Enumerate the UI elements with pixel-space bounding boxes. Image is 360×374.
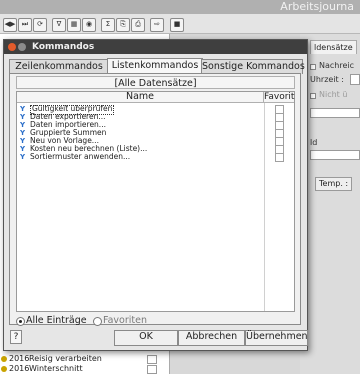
tab-datensaetze[interactable]: ldensätze	[310, 40, 357, 54]
command-row[interactable]: Y Sortiermuster anwenden...	[17, 152, 294, 162]
record-icon	[1, 356, 7, 362]
help-button[interactable]: ?	[10, 330, 22, 344]
command-table: Name Favorit Y Gültigkeit überprüfen Y D…	[16, 91, 295, 312]
dialog-title: Kommandos	[32, 42, 95, 52]
app-titlebar: Arbeitsjourna	[0, 0, 360, 14]
app-toolbar: ◀▶ ⏭ ⟳ ∇ ▦ ◉ Σ ⎘ ⎙ ⇨ ■	[0, 14, 360, 34]
filter-favoriten-radio[interactable]	[93, 317, 102, 326]
nachricht-label: Nachreic	[319, 61, 355, 70]
filter-all-radio[interactable]	[16, 317, 25, 326]
list-item[interactable]: 2016 Winterschnitt	[0, 364, 170, 374]
sum-icon[interactable]: Σ	[101, 18, 115, 32]
favorit-checkbox[interactable]	[275, 153, 284, 162]
chart-icon[interactable]: ◉	[82, 18, 96, 32]
command-icon: Y	[20, 121, 26, 129]
cancel-button[interactable]: Abbrechen	[178, 330, 245, 346]
print-icon[interactable]: ⎙	[131, 18, 145, 32]
kommandos-dialog: Kommandos Zeilenkommandos Listenkommando…	[3, 39, 308, 351]
command-icon: Y	[20, 129, 26, 137]
record-year: 2016	[9, 364, 30, 373]
record-checkbox[interactable]	[147, 365, 157, 374]
close-icon[interactable]	[8, 43, 16, 51]
command-icon: Y	[20, 105, 26, 113]
apply-button[interactable]: Übernehmen	[245, 330, 308, 346]
command-label: Sortiermuster anwenden...	[30, 152, 131, 161]
nicht-label: Nicht ü	[319, 90, 348, 99]
tab-listenkommandos[interactable]: Listenkommandos	[107, 58, 203, 74]
command-icon: Y	[20, 113, 26, 121]
command-icon: Y	[20, 153, 26, 161]
list-item[interactable]: 2016 Reisig verarbeiten	[0, 354, 170, 364]
tab-sonstige-kommandos[interactable]: Sonstige Kommandos	[201, 59, 305, 74]
column-header-favorit[interactable]: Favorit	[264, 92, 294, 103]
record-text: Winterschnitt	[29, 364, 83, 373]
minimize-icon[interactable]	[18, 43, 26, 51]
record-text: Reisig verarbeiten	[29, 354, 102, 363]
filter-all-label[interactable]: Alle Einträge	[26, 316, 87, 326]
app-title: Arbeitsjourna	[280, 0, 354, 13]
last-icon[interactable]: ⏭	[18, 18, 32, 32]
column-header-name[interactable]: Name	[17, 92, 264, 103]
refresh-icon[interactable]: ⟳	[33, 18, 47, 32]
uhrzeit-label: Uhrzeit :	[310, 75, 344, 84]
detail-input-2[interactable]	[310, 150, 360, 160]
command-icon: Y	[20, 137, 26, 145]
record-checkbox[interactable]	[147, 355, 157, 364]
first-icon[interactable]: ◀▶	[3, 18, 17, 32]
filter-favoriten-label[interactable]: Favoriten	[103, 316, 147, 326]
grid-icon[interactable]: ▦	[67, 18, 81, 32]
copy-icon[interactable]: ⎘	[116, 18, 130, 32]
uhrzeit-input[interactable]	[350, 74, 360, 85]
nachricht-checkbox[interactable]	[310, 64, 316, 70]
temp-button[interactable]: Temp. :	[315, 177, 353, 191]
record-icon	[1, 366, 7, 372]
field-label: ld	[310, 138, 318, 147]
detail-input-1[interactable]	[310, 108, 360, 118]
export-icon[interactable]: ⇨	[150, 18, 164, 32]
record-year: 2016	[9, 354, 30, 363]
command-icon: Y	[20, 145, 26, 153]
background-detail-panel	[300, 34, 360, 374]
stop-icon[interactable]: ■	[170, 18, 184, 32]
filter-icon[interactable]: ∇	[52, 18, 66, 32]
dialog-titlebar[interactable]: Kommandos	[4, 40, 307, 54]
tab-zeilenkommandos[interactable]: Zeilenkommandos	[9, 59, 109, 74]
record-scope-label: [Alle Datensätze]	[16, 76, 295, 89]
nicht-checkbox[interactable]	[310, 93, 316, 99]
ok-button[interactable]: OK	[114, 330, 178, 346]
